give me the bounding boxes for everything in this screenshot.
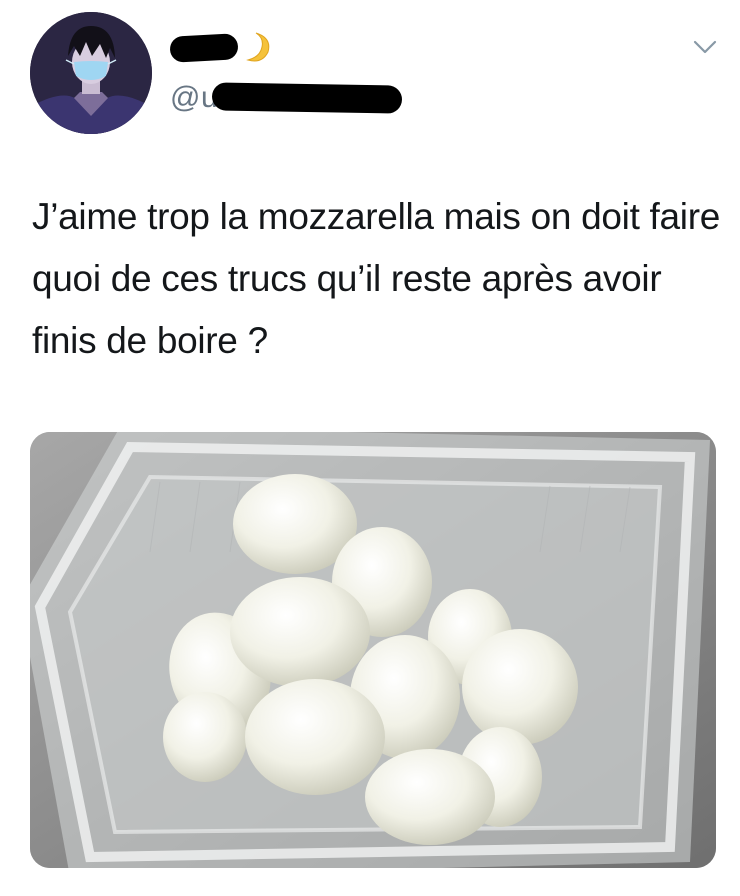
user-handle[interactable]: @u: [170, 80, 403, 116]
chevron-down-icon[interactable]: [692, 34, 718, 60]
avatar-image: [30, 12, 152, 134]
tweet-text: J’aime trop la mozzarella mais on doit f…: [32, 196, 721, 361]
mozzarella-photo: [30, 432, 716, 868]
display-name[interactable]: [169, 28, 272, 68]
crescent-moon-icon: [246, 32, 270, 62]
redacted-name-block: [169, 33, 239, 63]
redacted-handle-block: [211, 82, 403, 114]
avatar[interactable]: [30, 12, 152, 134]
tweet-photo[interactable]: [30, 432, 716, 868]
handle-prefix: @u: [170, 81, 219, 114]
